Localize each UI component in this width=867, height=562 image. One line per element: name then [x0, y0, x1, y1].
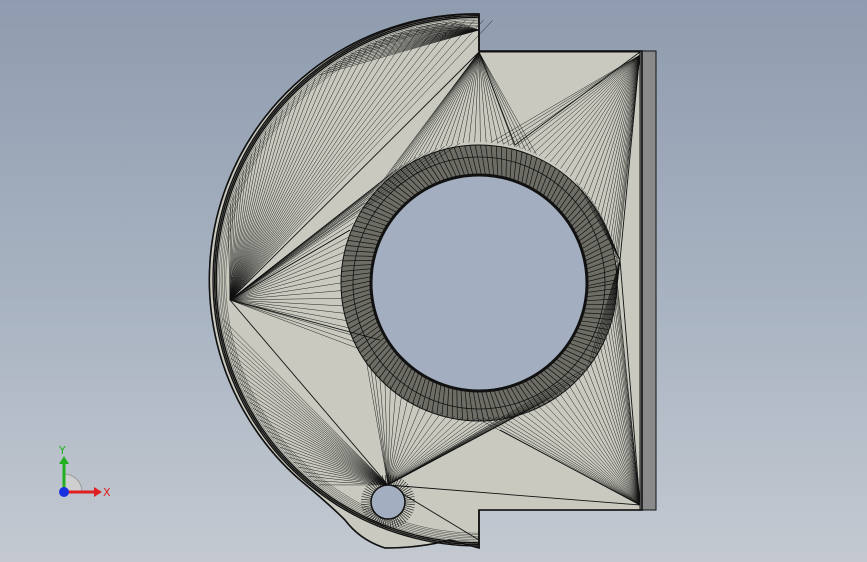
bore-mesh-edge — [342, 260, 374, 262]
x-axis-arrowhead — [94, 487, 102, 497]
y-axis-label: Y — [58, 444, 66, 457]
part-model[interactable] — [0, 0, 867, 562]
y-axis-arrowhead — [59, 456, 69, 464]
small-hole — [370, 484, 406, 520]
center-bore — [369, 173, 589, 393]
graphics-viewport[interactable]: X Y — [0, 0, 867, 562]
x-axis-label: X — [103, 486, 111, 499]
axis-triad: X Y — [58, 444, 111, 499]
z-axis-dot — [59, 487, 69, 497]
